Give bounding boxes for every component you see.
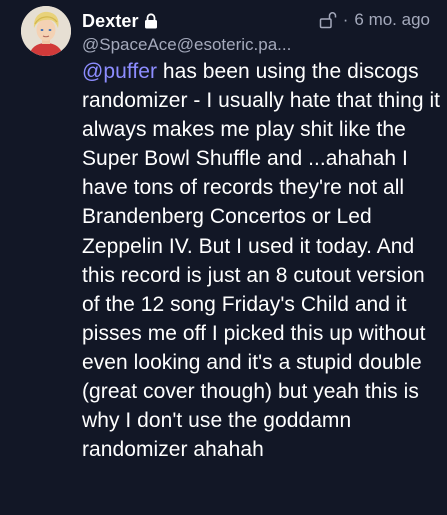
post-text: @puffer has been using the discogs rando… (82, 57, 442, 464)
mention-link[interactable]: @puffer (82, 60, 157, 83)
author-name-row[interactable]: Dexter (82, 9, 158, 33)
avatar[interactable] (21, 6, 71, 56)
meta-separator: · (342, 10, 349, 29)
account-handle[interactable]: @SpaceAce@esoteric.pa... (82, 35, 291, 55)
status-post: Dexter @SpaceAce@esoteric.pa... · 6 mo. … (0, 0, 447, 515)
display-name[interactable]: Dexter (82, 9, 139, 33)
timestamp[interactable]: 6 mo. ago (354, 8, 430, 32)
post-content: @puffer has been using the discogs rando… (82, 57, 442, 464)
unlock-icon (319, 11, 337, 29)
post-body: has been using the discogs randomizer - … (82, 60, 441, 462)
lock-icon (144, 13, 158, 29)
avatar-image (21, 6, 71, 56)
post-meta: · 6 mo. ago (319, 8, 430, 32)
